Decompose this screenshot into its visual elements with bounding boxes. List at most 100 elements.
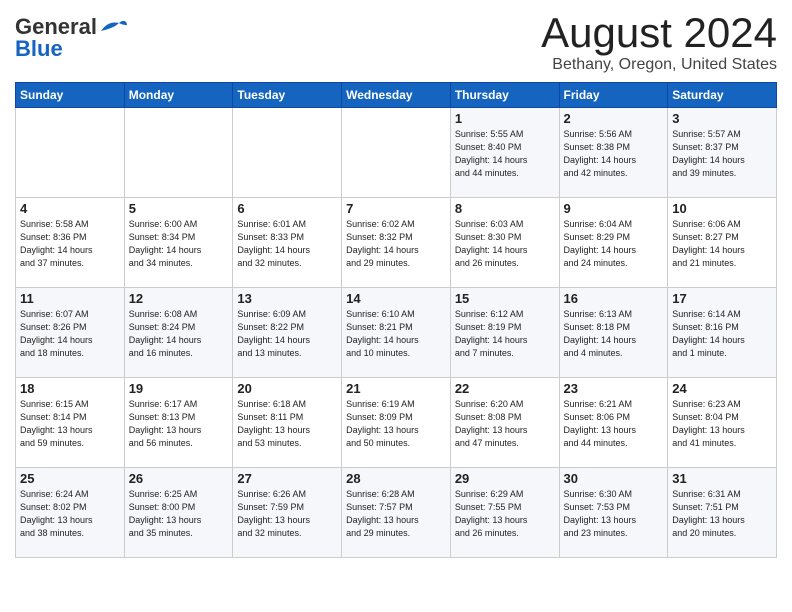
day-number: 9 [564, 201, 664, 216]
calendar-cell: 13 Sunrise: 6:09 AM Sunset: 8:22 PM Dayli… [233, 288, 342, 378]
calendar-table: SundayMondayTuesdayWednesdayThursdayFrid… [15, 82, 777, 558]
calendar-cell: 23 Sunrise: 6:21 AM Sunset: 8:06 PM Dayli… [559, 378, 668, 468]
page-header: General Blue August 2024 Bethany, Oregon… [15, 10, 777, 74]
day-number: 12 [129, 291, 229, 306]
day-info: Sunrise: 5:56 AM Sunset: 8:38 PM Dayligh… [564, 128, 664, 180]
calendar-week-4: 18 Sunrise: 6:15 AM Sunset: 8:14 PM Dayli… [16, 378, 777, 468]
weekday-header-tuesday: Tuesday [233, 83, 342, 108]
day-info: Sunrise: 6:10 AM Sunset: 8:21 PM Dayligh… [346, 308, 446, 360]
day-number: 28 [346, 471, 446, 486]
calendar-cell: 3 Sunrise: 5:57 AM Sunset: 8:37 PM Daylig… [668, 108, 777, 198]
day-number: 17 [672, 291, 772, 306]
day-number: 26 [129, 471, 229, 486]
day-number: 3 [672, 111, 772, 126]
logo: General Blue [15, 10, 129, 62]
day-info: Sunrise: 6:00 AM Sunset: 8:34 PM Dayligh… [129, 218, 229, 270]
day-info: Sunrise: 6:04 AM Sunset: 8:29 PM Dayligh… [564, 218, 664, 270]
calendar-header-row: SundayMondayTuesdayWednesdayThursdayFrid… [16, 83, 777, 108]
day-number: 18 [20, 381, 120, 396]
weekday-header-saturday: Saturday [668, 83, 777, 108]
month-title: August 2024 [541, 10, 777, 56]
day-info: Sunrise: 6:01 AM Sunset: 8:33 PM Dayligh… [237, 218, 337, 270]
calendar-cell: 22 Sunrise: 6:20 AM Sunset: 8:08 PM Dayli… [450, 378, 559, 468]
calendar-cell [233, 108, 342, 198]
day-number: 5 [129, 201, 229, 216]
calendar-cell: 1 Sunrise: 5:55 AM Sunset: 8:40 PM Daylig… [450, 108, 559, 198]
weekday-header-monday: Monday [124, 83, 233, 108]
calendar-cell: 24Sunrise: 6:23 AM Sunset: 8:04 PM Dayli… [668, 378, 777, 468]
day-info: Sunrise: 6:17 AM Sunset: 8:13 PM Dayligh… [129, 398, 229, 450]
weekday-header-wednesday: Wednesday [342, 83, 451, 108]
day-info: Sunrise: 6:03 AM Sunset: 8:30 PM Dayligh… [455, 218, 555, 270]
day-number: 25 [20, 471, 120, 486]
calendar-cell: 31 Sunrise: 6:31 AM Sunset: 7:51 PM Dayli… [668, 468, 777, 558]
weekday-header-thursday: Thursday [450, 83, 559, 108]
day-number: 24 [672, 381, 772, 396]
day-info: Sunrise: 6:12 AM Sunset: 8:19 PM Dayligh… [455, 308, 555, 360]
day-number: 31 [672, 471, 772, 486]
weekday-header-friday: Friday [559, 83, 668, 108]
day-info: Sunrise: 6:31 AM Sunset: 7:51 PM Dayligh… [672, 488, 772, 540]
calendar-cell: 10Sunrise: 6:06 AM Sunset: 8:27 PM Dayli… [668, 198, 777, 288]
calendar-cell: 25 Sunrise: 6:24 AM Sunset: 8:02 PM Dayli… [16, 468, 125, 558]
calendar-cell: 9 Sunrise: 6:04 AM Sunset: 8:29 PM Daylig… [559, 198, 668, 288]
day-info: Sunrise: 6:13 AM Sunset: 8:18 PM Dayligh… [564, 308, 664, 360]
calendar-cell: 14 Sunrise: 6:10 AM Sunset: 8:21 PM Dayli… [342, 288, 451, 378]
day-info: Sunrise: 5:55 AM Sunset: 8:40 PM Dayligh… [455, 128, 555, 180]
day-number: 21 [346, 381, 446, 396]
day-number: 30 [564, 471, 664, 486]
day-number: 10 [672, 201, 772, 216]
day-info: Sunrise: 6:19 AM Sunset: 8:09 PM Dayligh… [346, 398, 446, 450]
logo-blue: Blue [15, 36, 63, 62]
day-info: Sunrise: 5:57 AM Sunset: 8:37 PM Dayligh… [672, 128, 772, 180]
day-number: 1 [455, 111, 555, 126]
day-number: 27 [237, 471, 337, 486]
day-info: Sunrise: 5:58 AM Sunset: 8:36 PM Dayligh… [20, 218, 120, 270]
calendar-cell: 28 Sunrise: 6:28 AM Sunset: 7:57 PM Dayli… [342, 468, 451, 558]
day-info: Sunrise: 6:30 AM Sunset: 7:53 PM Dayligh… [564, 488, 664, 540]
calendar-cell [342, 108, 451, 198]
weekday-header-sunday: Sunday [16, 83, 125, 108]
day-number: 23 [564, 381, 664, 396]
calendar-cell: 20Sunrise: 6:18 AM Sunset: 8:11 PM Dayli… [233, 378, 342, 468]
calendar-week-5: 25 Sunrise: 6:24 AM Sunset: 8:02 PM Dayli… [16, 468, 777, 558]
title-area: August 2024 Bethany, Oregon, United Stat… [541, 10, 777, 74]
day-number: 19 [129, 381, 229, 396]
day-number: 7 [346, 201, 446, 216]
day-info: Sunrise: 6:25 AM Sunset: 8:00 PM Dayligh… [129, 488, 229, 540]
calendar-cell: 8 Sunrise: 6:03 AM Sunset: 8:30 PM Daylig… [450, 198, 559, 288]
calendar-cell: 29 Sunrise: 6:29 AM Sunset: 7:55 PM Dayli… [450, 468, 559, 558]
calendar-cell: 30 Sunrise: 6:30 AM Sunset: 7:53 PM Dayli… [559, 468, 668, 558]
calendar-cell: 26 Sunrise: 6:25 AM Sunset: 8:00 PM Dayli… [124, 468, 233, 558]
day-info: Sunrise: 6:29 AM Sunset: 7:55 PM Dayligh… [455, 488, 555, 540]
day-info: Sunrise: 6:09 AM Sunset: 8:22 PM Dayligh… [237, 308, 337, 360]
day-info: Sunrise: 6:08 AM Sunset: 8:24 PM Dayligh… [129, 308, 229, 360]
day-number: 29 [455, 471, 555, 486]
calendar-week-1: 1 Sunrise: 5:55 AM Sunset: 8:40 PM Daylig… [16, 108, 777, 198]
day-info: Sunrise: 6:28 AM Sunset: 7:57 PM Dayligh… [346, 488, 446, 540]
day-number: 16 [564, 291, 664, 306]
calendar-cell: 17 Sunrise: 6:14 AM Sunset: 8:16 PM Dayli… [668, 288, 777, 378]
day-info: Sunrise: 6:14 AM Sunset: 8:16 PM Dayligh… [672, 308, 772, 360]
calendar-cell: 18 Sunrise: 6:15 AM Sunset: 8:14 PM Dayli… [16, 378, 125, 468]
calendar-week-3: 11 Sunrise: 6:07 AM Sunset: 8:26 PM Dayli… [16, 288, 777, 378]
day-info: Sunrise: 6:21 AM Sunset: 8:06 PM Dayligh… [564, 398, 664, 450]
calendar-cell: 7 Sunrise: 6:02 AM Sunset: 8:32 PM Daylig… [342, 198, 451, 288]
day-number: 2 [564, 111, 664, 126]
calendar-week-2: 4Sunrise: 5:58 AM Sunset: 8:36 PM Daylig… [16, 198, 777, 288]
calendar-cell: 19 Sunrise: 6:17 AM Sunset: 8:13 PM Dayli… [124, 378, 233, 468]
calendar-cell: 21 Sunrise: 6:19 AM Sunset: 8:09 PM Dayli… [342, 378, 451, 468]
day-number: 13 [237, 291, 337, 306]
day-info: Sunrise: 6:07 AM Sunset: 8:26 PM Dayligh… [20, 308, 120, 360]
day-number: 8 [455, 201, 555, 216]
calendar-cell [124, 108, 233, 198]
day-number: 11 [20, 291, 120, 306]
day-number: 22 [455, 381, 555, 396]
logo-bird-icon [99, 17, 129, 37]
day-info: Sunrise: 6:20 AM Sunset: 8:08 PM Dayligh… [455, 398, 555, 450]
day-info: Sunrise: 6:02 AM Sunset: 8:32 PM Dayligh… [346, 218, 446, 270]
calendar-body: 1 Sunrise: 5:55 AM Sunset: 8:40 PM Daylig… [16, 108, 777, 558]
day-number: 14 [346, 291, 446, 306]
day-info: Sunrise: 6:15 AM Sunset: 8:14 PM Dayligh… [20, 398, 120, 450]
day-info: Sunrise: 6:24 AM Sunset: 8:02 PM Dayligh… [20, 488, 120, 540]
